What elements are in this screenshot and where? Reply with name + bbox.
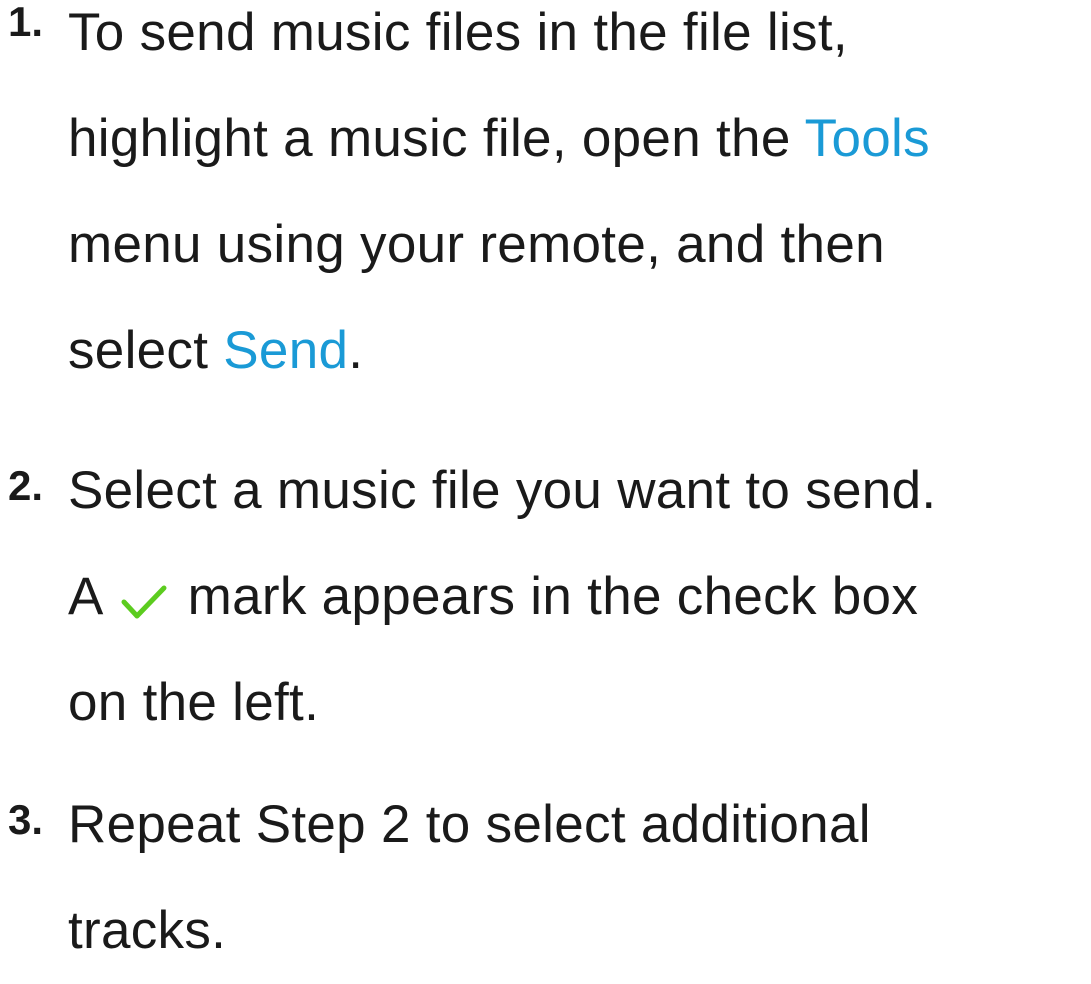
step-number: 2. [8, 462, 44, 509]
send-option-term: Send [223, 321, 349, 380]
tools-menu-term: Tools [804, 109, 930, 168]
step-number: 3. [8, 796, 44, 843]
step-2-line-2: Amark appears in the check box [68, 544, 1091, 650]
checkmark-icon [118, 554, 170, 619]
step-1-line-3: menu using your remote, and then [68, 215, 885, 274]
step-2-line-1: Select a music file you want to send. [68, 461, 937, 520]
step-3-line-1: Repeat Step 2 to select additional [68, 795, 871, 854]
step-2-line-3: on the left. [68, 673, 320, 732]
step-3: 3. Repeat Step 2 to select additional tr… [0, 772, 1091, 984]
step-1-line-1: To send music files in the file list, [68, 3, 848, 62]
step-1: 1. To send music files in the file list,… [0, 0, 1091, 404]
step-3-line-2: tracks. [68, 901, 227, 960]
step-1-line-4: select Send. [68, 321, 364, 380]
step-1-line-2: highlight a music file, open the Tools [68, 109, 930, 168]
step-2: 2. Select a music file you want to send.… [0, 438, 1091, 756]
step-number: 1. [8, 0, 44, 45]
instruction-steps: 1. To send music files in the file list,… [0, 0, 1091, 960]
